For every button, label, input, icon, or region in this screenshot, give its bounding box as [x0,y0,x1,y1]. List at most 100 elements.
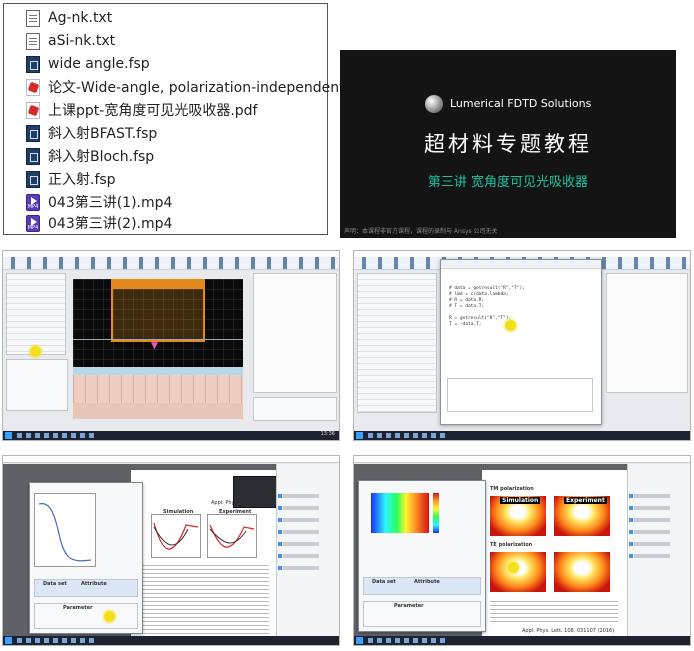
absorber-layer [73,375,243,403]
screenshot-script-dialog: # data = getresult("R","T"); # lmd = c/d… [353,250,691,441]
paper-body-text [143,562,269,636]
taskbar-clock: 13:36 [320,431,335,437]
pdf-tools-panel[interactable] [276,464,339,638]
start-icon[interactable] [5,432,12,439]
column-header-parameter: Parameter [394,603,424,609]
start-icon[interactable] [356,432,363,439]
visualizer-window[interactable]: Data set Attribute Parameter [29,482,143,634]
window-titlebar [354,456,690,463]
data-set-table[interactable]: Data set Attribute [363,577,481,595]
taskbar-apps[interactable] [17,433,97,438]
simulation-label: Simulation [163,509,194,515]
file-name: 上课ppt-宽角度可见光吸收器.pdf [48,103,258,119]
window-titlebar [3,456,339,463]
te-simulation-heatmap [490,552,546,592]
slide-brand: Lumerical FDTD Solutions [450,97,592,110]
fdtd-region-box [111,287,205,342]
cursor-highlight [30,346,41,357]
tool-item[interactable] [278,494,319,498]
tm-polarization-label: TM polarization [490,486,534,492]
parameter-table[interactable]: Parameter [34,603,138,629]
file-item[interactable]: aSi-nk.txt [26,30,115,52]
file-item[interactable]: 正入射.fsp [26,168,116,190]
start-icon[interactable] [5,637,12,644]
file-list-panel: Ag-nk.txt aSi-nk.txt wide angle.fsp 论文-W… [3,3,345,235]
tool-item[interactable] [629,542,670,546]
tool-item[interactable] [278,554,319,558]
objects-tree-pane[interactable] [6,273,66,355]
colorbar [433,493,439,533]
ribbon-toolbar[interactable] [3,257,339,270]
start-icon[interactable] [356,637,363,644]
taskbar-apps[interactable] [368,433,448,438]
file-name: 043第三讲(2).mp4 [48,216,173,232]
analysis-output-pane[interactable] [447,378,593,412]
file-item[interactable]: Ag-nk.txt [26,7,112,29]
file-item[interactable]: 上课ppt-宽角度可见光吸收器.pdf [26,99,257,121]
tool-item[interactable] [278,518,319,522]
tool-item[interactable] [629,494,670,498]
fsp-file-icon [26,170,40,188]
column-header-data-set: Data set [43,581,67,587]
edit-analysis-group-dialog[interactable]: # data = getresult("R","T"); # lmd = c/d… [440,259,602,425]
mp4-file-icon [26,214,40,232]
tool-item[interactable] [629,554,670,558]
taskbar-apps[interactable] [368,638,448,643]
experiment-label: Experiment [564,497,607,504]
figure-caption [490,598,618,624]
objects-tree-pane[interactable] [357,273,437,413]
file-name: Ag-nk.txt [48,10,113,26]
tool-item[interactable] [278,542,319,546]
simulation-chart [151,514,201,558]
source-arrow-icon: ▼ [151,341,158,351]
result-view-pane[interactable] [6,359,68,411]
data-set-table[interactable]: Data set Attribute [34,579,138,597]
file-name: 论文-Wide-angle, polarization-independent [48,80,345,96]
taskbar: 13:36 [3,431,339,440]
screenshot-paper-plot: Appl. Phys. Lett. 108, 031107 (2016) Sim… [2,455,340,646]
file-item[interactable]: 043第三讲(1).mp4 [26,191,172,213]
te-polarization-label: TE polarization [490,542,533,548]
text-file-icon [26,9,40,27]
slide-subtitle: 第三讲 宽角度可见光吸收器 [427,175,589,190]
tool-item[interactable] [629,530,670,534]
parameter-table[interactable]: Parameter [363,601,481,627]
file-item[interactable]: 斜入射BFAST.fsp [26,122,157,144]
pdf-page: TM polarization Simulation Experiment TE… [482,470,630,638]
screenshot-cad-layout: ▼ 13:36 [2,250,340,441]
mp4-file-icon [26,193,40,211]
file-item[interactable]: 043第三讲(2).mp4 [26,212,172,234]
file-name: 正入射.fsp [48,172,116,188]
file-item[interactable]: 斜入射Bloch.fsp [26,145,154,167]
script-workspace-pane[interactable] [253,397,337,421]
column-header-attribute: Attribute [81,581,107,587]
fsp-file-icon [26,55,40,73]
file-name: 043第三讲(1).mp4 [48,195,173,211]
rename-popup[interactable] [233,476,279,508]
column-header-parameter: Parameter [63,605,93,611]
journal-reference: Appl. Phys. Lett. 108, 031107 (2016) [522,628,615,634]
tool-item[interactable] [629,506,670,510]
taskbar-apps[interactable] [17,638,97,643]
file-name: wide angle.fsp [48,56,150,72]
cursor-highlight [508,562,519,573]
fsp-file-icon [26,124,40,142]
file-item[interactable]: 论文-Wide-angle, polarization-independent [26,76,345,98]
object-library-pane[interactable] [253,273,337,393]
file-item[interactable]: wide angle.fsp [26,53,150,75]
object-library-pane[interactable] [606,273,688,393]
tool-item[interactable] [278,530,319,534]
bottom-layer [73,403,243,419]
slide-title: 超材料专题教程 [424,132,592,156]
tool-item[interactable] [629,518,670,522]
pdf-tools-panel[interactable] [627,464,690,638]
cursor-highlight [505,320,516,331]
slide-footnote: 声明：本课程非官方课程，课程的录制与 Ansys 公司无关 [344,228,498,235]
taskbar [3,636,339,645]
column-header-attribute: Attribute [414,579,440,585]
tool-item[interactable] [278,506,319,510]
visualizer-window[interactable]: Data set Attribute Parameter [358,480,486,632]
tool-item[interactable] [278,566,319,570]
pdf-file-icon [26,78,40,96]
cad-viewport[interactable]: ▼ [73,279,243,419]
